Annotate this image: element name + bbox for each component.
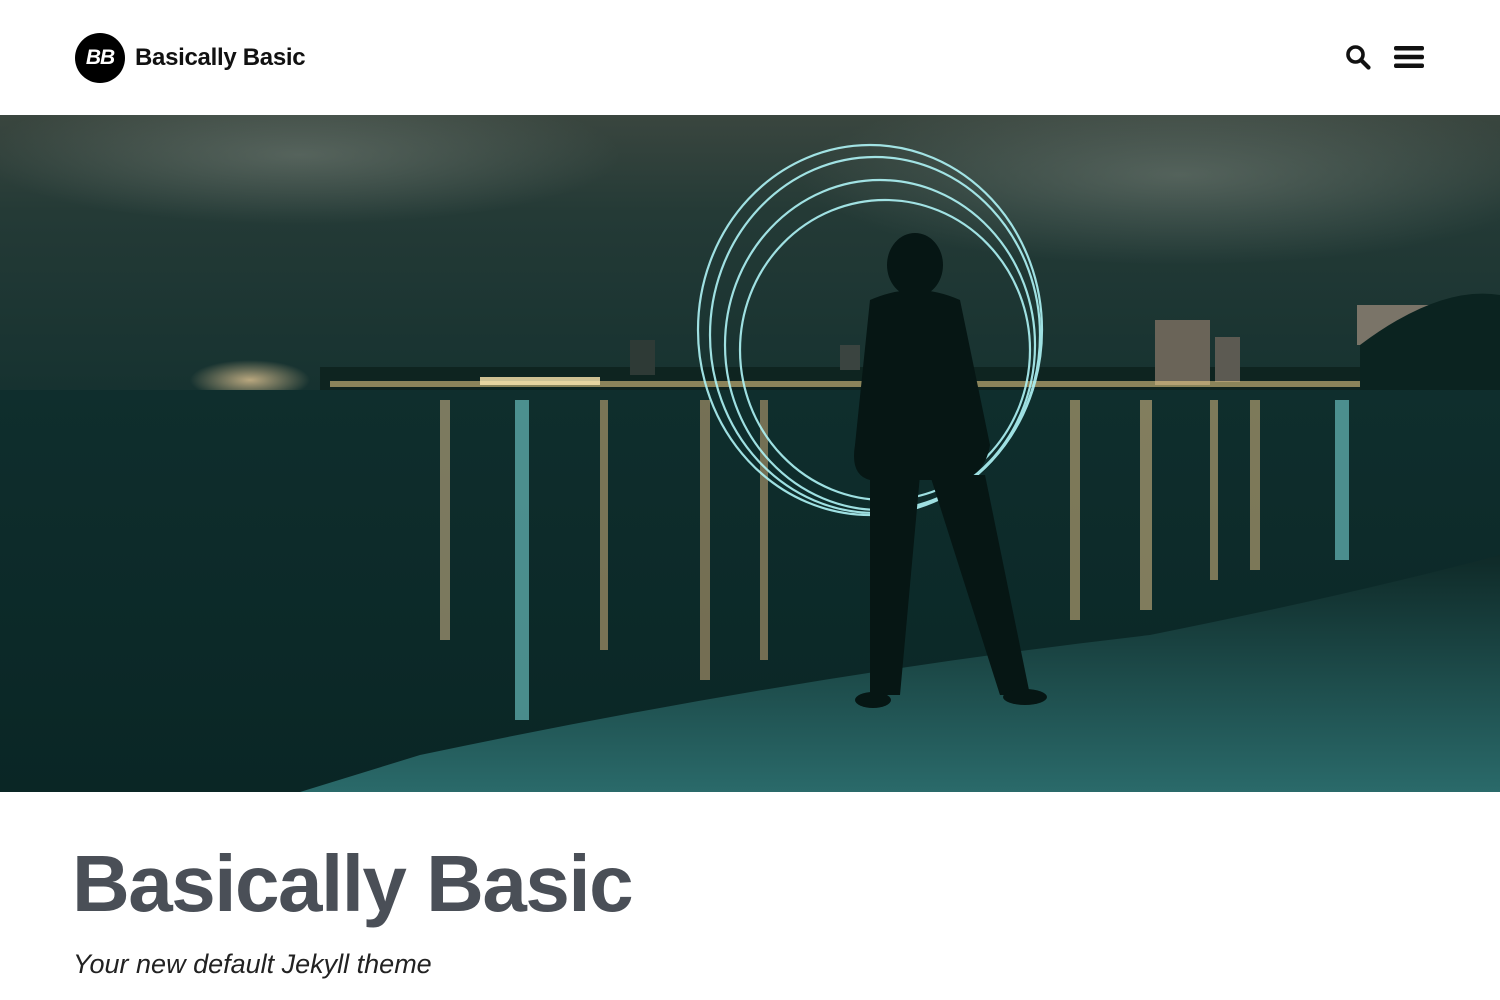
page-title: Basically Basic	[72, 839, 634, 928]
site-logo: BB	[75, 33, 125, 83]
search-button[interactable]	[1341, 40, 1375, 74]
masthead: BB Basically Basic	[0, 0, 1500, 115]
menu-toggle-button[interactable]	[1392, 40, 1426, 74]
search-icon	[1346, 45, 1371, 70]
hamburger-menu-icon	[1394, 46, 1424, 68]
site-title: Basically Basic	[135, 44, 306, 71]
hero-image	[0, 115, 1500, 792]
page-subtitle: Your new default Jekyll theme	[73, 949, 432, 979]
hero-illustration	[0, 115, 1500, 792]
site-brand-link[interactable]: BB Basically Basic	[75, 32, 306, 84]
